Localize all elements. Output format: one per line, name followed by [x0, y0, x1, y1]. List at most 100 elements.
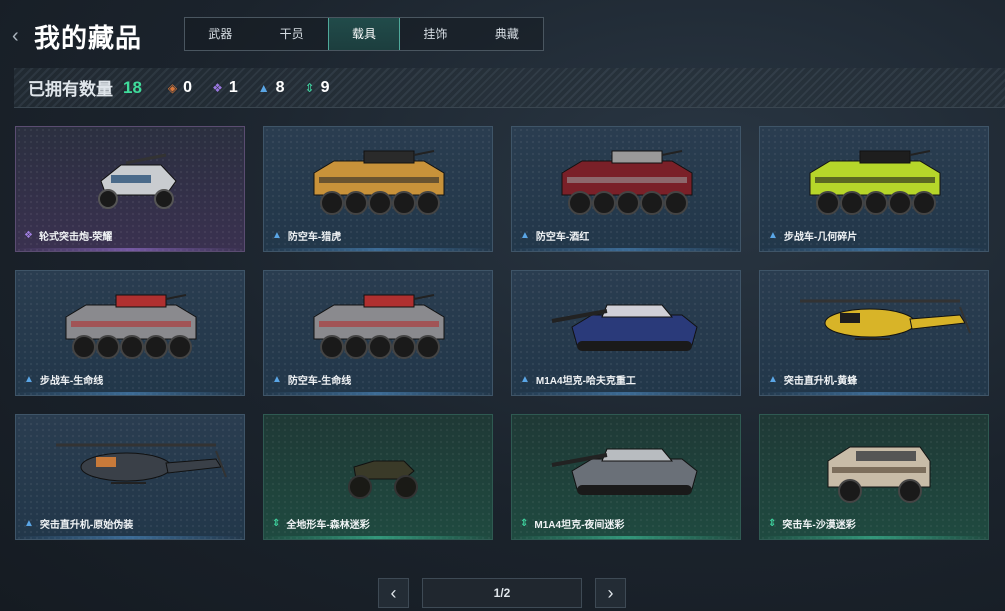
stat-orange: ◈ 0: [168, 79, 192, 97]
collection-card[interactable]: ▲ 突击直升机-原始伪装: [15, 414, 245, 540]
collection-card[interactable]: ▲ 防空车-酒红: [511, 126, 741, 252]
rarity-glow: [512, 392, 740, 395]
card-label: ❖ 轮式突击炮-荣耀: [24, 228, 112, 243]
collection-card[interactable]: ⇕ M1A4坦克-夜间迷彩: [511, 414, 741, 540]
collection-card[interactable]: ▲ 防空车-生命线: [263, 270, 493, 396]
owned-stats-bar: 已拥有数量 18 ◈ 0 ❖ 1 ▲ 8 ⇕ 9: [14, 68, 1005, 108]
stat-green: ⇕ 9: [305, 79, 330, 97]
item-name: 防空车-生命线: [287, 376, 352, 387]
owned-count-total: 18: [123, 77, 142, 97]
card-label: ▲ 防空车-猎虎: [272, 228, 341, 243]
vehicle-image: [512, 133, 740, 229]
item-name: 突击直升机-黄蜂: [783, 376, 858, 387]
green-rarity-icon: ⇕: [272, 518, 281, 529]
item-name: 步战车-几何碎片: [783, 232, 858, 243]
card-label: ▲ 防空车-酒红: [520, 228, 589, 243]
card-label: ▲ 突击直升机-原始伪装: [24, 516, 133, 531]
stat-purple-count: 1: [228, 78, 238, 96]
collection-grid: ❖ 轮式突击炮-荣耀 ▲ 防空车-猎虎 ▲ 防空车-酒红 ▲ 步战车-几何碎片 ▲ 步战车…: [15, 126, 990, 540]
blue-rarity-icon: ▲: [272, 230, 282, 241]
rarity-glow: [16, 392, 244, 395]
rarity-glow: [760, 536, 988, 539]
vehicle-image: [760, 421, 988, 517]
item-name: M1A4坦克-夜间迷彩: [534, 520, 625, 531]
blue-rarity-icon: ▲: [768, 230, 778, 241]
rarity-glow: [760, 392, 988, 395]
vehicle-image: [512, 421, 740, 517]
tab-weapons[interactable]: 武器: [185, 18, 256, 50]
card-label: ▲ 步战车-生命线: [24, 372, 103, 387]
vehicle-image: [512, 277, 740, 373]
rarity-glow: [16, 536, 244, 539]
blue-rarity-icon: ▲: [24, 374, 34, 385]
collection-card[interactable]: ▲ 防空车-猎虎: [263, 126, 493, 252]
blue-rarity-icon: ▲: [768, 374, 778, 385]
rarity-glow: [264, 248, 492, 251]
green-arrows-icon: ⇕: [304, 80, 315, 95]
blue-rarity-icon: ▲: [24, 518, 34, 529]
stat-blue-count: 8: [275, 78, 285, 96]
rarity-glow: [760, 248, 988, 251]
vehicle-image: [264, 277, 492, 373]
rarity-glow: [264, 392, 492, 395]
card-label: ⇕ M1A4坦克-夜间迷彩: [520, 516, 624, 531]
orange-diamond-icon: ◈: [167, 80, 178, 95]
rarity-glow: [512, 248, 740, 251]
card-label: ⇕ 全地形车-森林迷彩: [272, 516, 370, 531]
purple-rarity-icon: ❖: [24, 230, 33, 241]
pagination: ‹ 1/2 ›: [378, 578, 626, 608]
stat-purple: ❖ 1: [212, 79, 238, 97]
green-rarity-icon: ⇕: [768, 518, 777, 529]
vehicle-image: [264, 421, 492, 517]
vehicle-image: [16, 421, 244, 517]
collection-card[interactable]: ▲ 步战车-几何碎片: [759, 126, 989, 252]
rarity-glow: [16, 248, 244, 251]
blue-rarity-icon: ▲: [520, 230, 530, 241]
item-name: 步战车-生命线: [39, 376, 104, 387]
collection-card[interactable]: ❖ 轮式突击炮-荣耀: [15, 126, 245, 252]
chevron-left-icon[interactable]: ‹: [378, 578, 409, 608]
stat-green-count: 9: [320, 78, 330, 96]
card-label: ▲ M1A4坦克-哈夫克重工: [520, 372, 636, 387]
page-indicator: 1/2: [422, 578, 582, 608]
item-name: 防空车-猎虎: [287, 232, 342, 243]
green-rarity-icon: ⇕: [520, 518, 529, 529]
tab-charms[interactable]: 挂饰: [400, 18, 471, 50]
category-tabs: 武器 干员 载具 挂饰 典藏: [184, 17, 544, 51]
vehicle-image: [264, 133, 492, 229]
card-label: ▲ 防空车-生命线: [272, 372, 351, 387]
collection-card[interactable]: ▲ M1A4坦克-哈夫克重工: [511, 270, 741, 396]
stat-orange-count: 0: [183, 78, 193, 96]
collection-card[interactable]: ⇕ 全地形车-森林迷彩: [263, 414, 493, 540]
purple-diamond-icon: ❖: [212, 80, 223, 95]
item-name: M1A4坦克-哈夫克重工: [535, 376, 636, 387]
blue-rarity-icon: ▲: [272, 374, 282, 385]
item-name: 全地形车-森林迷彩: [286, 520, 370, 531]
back-chevron-icon[interactable]: ‹: [12, 26, 28, 46]
vehicle-image: [760, 133, 988, 229]
vehicle-image: [16, 277, 244, 373]
page-title: 我的藏品: [34, 23, 143, 53]
card-label: ▲ 步战车-几何碎片: [768, 228, 857, 243]
collection-card[interactable]: ⇕ 突击车-沙漠迷彩: [759, 414, 989, 540]
owned-count-label: 已拥有数量: [28, 80, 113, 99]
collection-card[interactable]: ▲ 突击直升机-黄蜂: [759, 270, 989, 396]
tab-operators[interactable]: 干员: [256, 18, 327, 50]
card-label: ▲ 突击直升机-黄蜂: [768, 372, 857, 387]
item-name: 轮式突击炮-荣耀: [38, 232, 113, 243]
vehicle-image: [760, 277, 988, 373]
chevron-right-icon[interactable]: ›: [595, 578, 626, 608]
item-name: 突击直升机-原始伪装: [39, 520, 134, 531]
tab-vehicles[interactable]: 载具: [327, 18, 401, 50]
blue-rarity-icon: ▲: [520, 374, 530, 385]
collection-card[interactable]: ▲ 步战车-生命线: [15, 270, 245, 396]
item-name: 突击车-沙漠迷彩: [782, 520, 856, 531]
rarity-glow: [264, 536, 492, 539]
tab-collection[interactable]: 典藏: [472, 18, 543, 50]
blue-chevron-icon: ▲: [257, 80, 270, 95]
item-name: 防空车-酒红: [535, 232, 590, 243]
stat-blue: ▲ 8: [258, 79, 285, 97]
rarity-glow: [512, 536, 740, 539]
card-label: ⇕ 突击车-沙漠迷彩: [768, 516, 856, 531]
vehicle-image: [16, 133, 244, 229]
